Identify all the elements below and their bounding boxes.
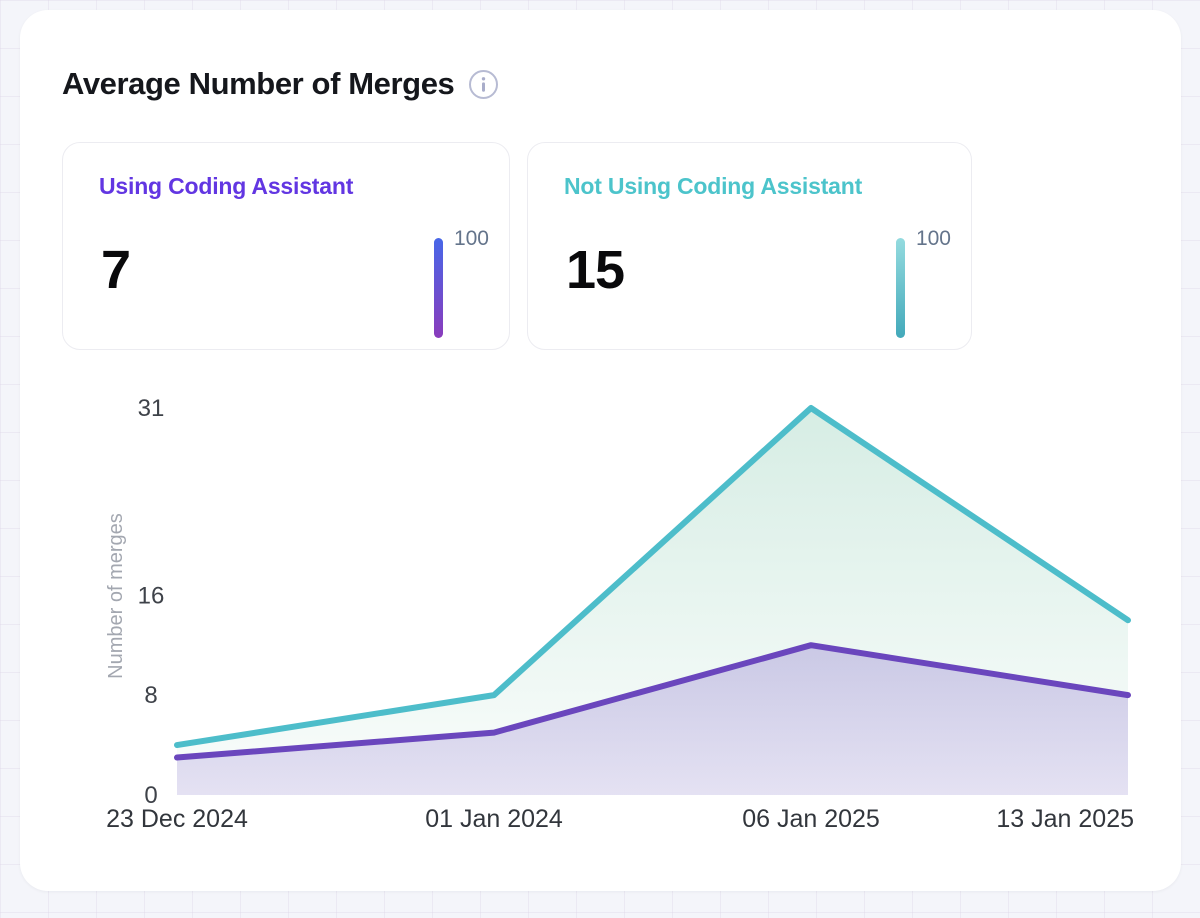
y-tick-label: 16 (138, 582, 165, 609)
chart-areas (177, 408, 1128, 795)
panel-header: Average Number of Merges (62, 66, 499, 102)
stat-label: Not Using Coding Assistant (564, 173, 862, 200)
info-icon[interactable] (468, 69, 499, 100)
gauge-max-label: 100 (916, 227, 951, 251)
chart-area: 081631 23 Dec 202401 Jan 202406 Jan 2025… (20, 380, 1181, 860)
chart-xticks: 23 Dec 2024 01 Jan 2024 06 Jan 2025 13 Jan … (106, 805, 1134, 833)
x-tick-label: 23 Dec 2024 (106, 805, 248, 833)
y-tick-label: 8 (144, 682, 157, 709)
y-axis-label: Number of merges (105, 513, 127, 679)
x-tick-label: 01 Jan 2024 (425, 805, 563, 833)
gauge-bar (434, 238, 443, 338)
chart-yticks: 081631 (138, 395, 165, 809)
merges-panel: Average Number of Merges Using Coding As… (20, 10, 1181, 891)
page-title: Average Number of Merges (62, 66, 454, 102)
stat-value: 7 (101, 239, 130, 301)
y-tick-label: 31 (138, 395, 165, 422)
stat-card-not-using-assistant: Not Using Coding Assistant 15 100 (527, 142, 972, 350)
merge-chart: 081631 23 Dec 202401 Jan 202406 Jan 2025… (20, 380, 1181, 860)
gauge-max-label: 100 (454, 227, 489, 251)
gauge: 100 (434, 227, 489, 338)
stat-value: 15 (566, 239, 624, 301)
gauge: 100 (896, 227, 951, 338)
x-tick-label: 06 Jan 2025 (742, 805, 880, 833)
x-tick-label: 13 Jan 2025 (996, 805, 1134, 833)
stat-label: Using Coding Assistant (99, 173, 353, 200)
gauge-bar (896, 238, 905, 338)
stat-card-using-assistant: Using Coding Assistant 7 100 (62, 142, 510, 350)
stat-cards-row: Using Coding Assistant 7 100 Not Using C… (62, 142, 972, 350)
